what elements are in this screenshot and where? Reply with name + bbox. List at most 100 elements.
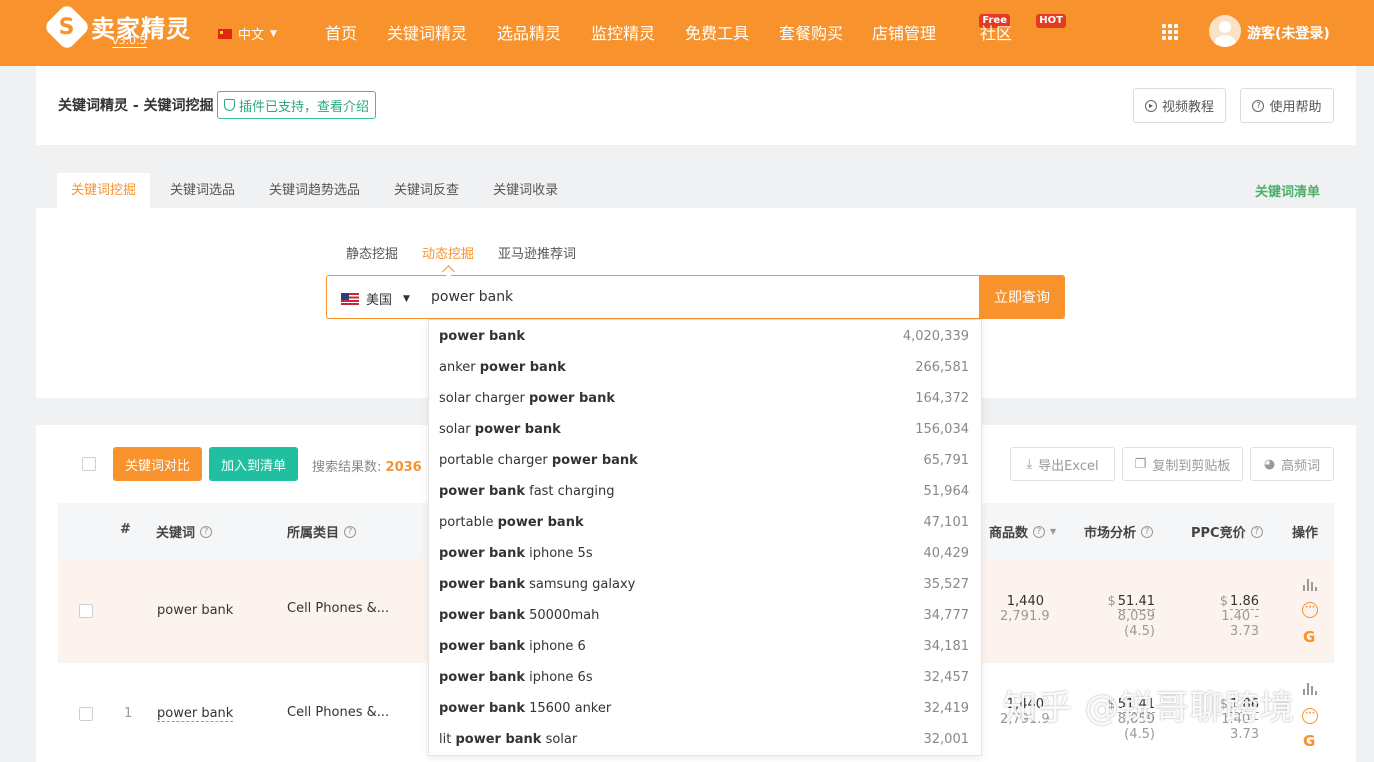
tab-keyword-index[interactable]: 关键词收录 (479, 173, 572, 208)
nav-item-product[interactable]: 选品精灵 (497, 20, 591, 44)
title-card: 关键词精灵 - 关键词挖掘 插件已支持，查看介绍 ▸ 视频教程 ? 使用帮助 (36, 66, 1356, 145)
logo-icon: S (42, 2, 92, 51)
plugin-support-tag[interactable]: 插件已支持，查看介绍 (217, 91, 377, 119)
download-icon: ⤓ (1026, 456, 1033, 472)
google-icon[interactable]: G (1303, 629, 1319, 645)
suggestion-item[interactable]: power bank samsung galaxy 35,527 (439, 570, 969, 601)
col-ppc: PPC竞价? (1191, 522, 1263, 541)
row-index: 1 (124, 706, 133, 721)
suggestion-item[interactable]: portable power bank 47,101 (439, 508, 969, 539)
avatar[interactable] (1209, 15, 1241, 47)
nav-item-community[interactable]: 社区 HOT (980, 14, 1066, 44)
keyword-list-link[interactable]: 关键词清单 (1255, 181, 1320, 200)
suggestion-item[interactable]: lit power bank solar 32,001 (439, 725, 969, 756)
suggestion-item[interactable]: power bank 4,020,339 (439, 322, 969, 353)
pie-chart-icon: ◕ (1263, 456, 1276, 472)
help-icon[interactable]: ? (344, 525, 357, 538)
add-to-list-button[interactable]: 加入到清单 (209, 447, 298, 481)
help-icon[interactable]: ? (1033, 525, 1046, 538)
nav-item-free-tools[interactable]: 免费工具 (685, 20, 779, 44)
search-mode-tabs: 静态挖掘 动态挖掘 亚马逊推荐词 (346, 243, 600, 262)
google-icon[interactable]: G (1303, 733, 1319, 749)
sort-icon[interactable]: ▼ (1050, 527, 1056, 536)
copy-icon: ❐ (1134, 456, 1147, 472)
row-checkbox[interactable] (79, 707, 93, 721)
row-checkbox[interactable] (79, 604, 93, 618)
suggestion-item[interactable]: solar charger power bank 164,372 (439, 384, 969, 415)
subtab-static[interactable]: 静态挖掘 (346, 243, 398, 262)
col-market: 市场分析? (1084, 522, 1154, 541)
select-all-checkbox[interactable] (82, 457, 96, 471)
help-icon[interactable]: ? (200, 525, 213, 538)
nav-item-keyword[interactable]: 关键词精灵 (387, 20, 497, 44)
language-label: 中文 (238, 28, 265, 43)
row-keyword[interactable]: power bank (157, 706, 234, 722)
col-actions: 操作 (1292, 526, 1319, 541)
search-box: 美国 ▼ (326, 275, 980, 319)
copy-clipboard-button[interactable]: ❐ 复制到剪贴板 (1122, 447, 1243, 481)
result-count: 搜索结果数: 2036 (312, 460, 422, 475)
row-products: 1,440 2,791.9 (1000, 594, 1050, 624)
suggestion-item[interactable]: power bank iphone 6s 32,457 (439, 663, 969, 694)
top-header: S 卖家精灵 v3.0.5 中文 ▼ 首页 关键词精灵 选品精灵 监控精灵 免费… (0, 0, 1374, 66)
subtab-amazon-suggest[interactable]: 亚马逊推荐词 (498, 243, 576, 262)
tab-keyword-product[interactable]: 关键词选品 (156, 173, 249, 208)
question-icon: ? (1252, 99, 1265, 112)
tab-keyword-reverse[interactable]: 关键词反查 (380, 173, 473, 208)
suggestion-item[interactable]: power bank 15600 anker 32,419 (439, 694, 969, 725)
china-flag-icon (218, 28, 232, 39)
result-count-value: 2036 (385, 460, 422, 475)
shield-check-icon (224, 99, 235, 111)
hot-badge: HOT (1036, 14, 1066, 28)
autocomplete-dropdown: power bank 4,020,339 anker power bank 266,… (428, 319, 982, 756)
row-category[interactable]: Cell Phones &... (287, 705, 389, 720)
more-icon[interactable]: ··· (1302, 602, 1318, 618)
nav-item-store[interactable]: 店铺管理 Free (872, 14, 1010, 44)
play-icon: ▸ (1144, 99, 1157, 112)
breadcrumb: 关键词精灵 - 关键词挖掘 (58, 98, 214, 114)
col-category: 所属类目? (287, 522, 357, 541)
subtab-dynamic[interactable]: 动态挖掘 (422, 243, 474, 262)
nav-item-home[interactable]: 首页 (325, 20, 387, 44)
row-keyword[interactable]: power bank (157, 603, 233, 618)
export-excel-button[interactable]: ⤓ 导出Excel (1010, 447, 1115, 481)
col-products[interactable]: 商品数? ▼ (989, 522, 1056, 541)
suggestion-item[interactable]: portable charger power bank 65,791 (439, 446, 969, 477)
tab-keyword-mining[interactable]: 关键词挖掘 (57, 173, 151, 208)
apps-grid-icon[interactable] (1162, 24, 1178, 40)
country-select[interactable]: 美国 ▼ (341, 289, 410, 308)
version-label: v3.0.5 (112, 34, 147, 48)
tab-keyword-trend[interactable]: 关键词趋势选品 (255, 173, 374, 208)
main-nav: 首页 关键词精灵 选品精灵 监控精灵 免费工具 套餐购买 店铺管理 Free 社区… (325, 14, 1066, 44)
tab-bar: 关键词挖掘 关键词选品 关键词趋势选品 关键词反查 关键词收录 (57, 173, 578, 208)
more-icon[interactable]: ··· (1302, 708, 1318, 724)
suggestion-item[interactable]: power bank fast charging 51,964 (439, 477, 969, 508)
search-button[interactable]: 立即查询 (979, 275, 1065, 319)
compare-button[interactable]: 关键词对比 (113, 447, 202, 481)
video-tutorial-button[interactable]: ▸ 视频教程 (1133, 88, 1226, 123)
search-input[interactable] (431, 276, 971, 318)
chevron-down-icon: ▼ (403, 293, 410, 304)
language-select[interactable]: 中文 ▼ (218, 24, 277, 43)
help-button[interactable]: ? 使用帮助 (1240, 88, 1334, 123)
bar-chart-icon[interactable] (1303, 679, 1319, 695)
suggestion-item[interactable]: power bank iphone 5s 40,429 (439, 539, 969, 570)
nav-item-pricing[interactable]: 套餐购买 (779, 20, 872, 44)
suggestion-item[interactable]: solar power bank 156,034 (439, 415, 969, 446)
suggestion-item[interactable]: power bank iphone 6 34,181 (439, 632, 969, 663)
help-icon[interactable]: ? (1141, 525, 1154, 538)
watermark: 知乎 @锐哥聊跨境 (1003, 688, 1295, 728)
col-index: # (120, 522, 131, 537)
nav-item-monitor[interactable]: 监控精灵 (591, 20, 685, 44)
row-category[interactable]: Cell Phones &... (287, 601, 389, 616)
frequent-words-button[interactable]: ◕ 高频词 (1250, 447, 1334, 481)
bar-chart-icon[interactable] (1303, 575, 1319, 591)
row-ppc: $1.86 1.40 - 3.73 (1219, 594, 1259, 639)
col-keyword: 关键词? (156, 522, 213, 541)
user-name[interactable]: 游客(未登录) (1247, 23, 1330, 43)
suggestion-item[interactable]: power bank 50000mah 34,777 (439, 601, 969, 632)
us-flag-icon (341, 292, 359, 305)
help-icon[interactable]: ? (1250, 525, 1263, 538)
chevron-down-icon: ▼ (270, 28, 277, 39)
suggestion-item[interactable]: anker power bank 266,581 (439, 353, 969, 384)
